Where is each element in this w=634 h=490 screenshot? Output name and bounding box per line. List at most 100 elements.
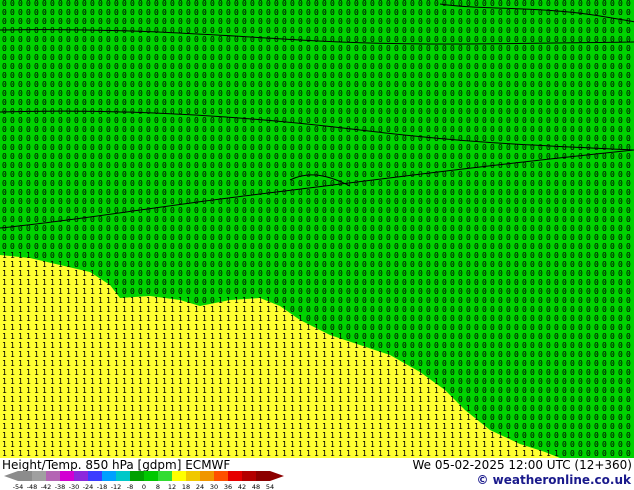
map-glyph: 0 bbox=[570, 269, 575, 278]
map-glyph: 0 bbox=[482, 179, 487, 188]
map-glyph: 0 bbox=[82, 116, 87, 125]
map-glyph: 0 bbox=[466, 224, 471, 233]
map-glyph: 0 bbox=[386, 206, 391, 215]
map-glyph: 1 bbox=[330, 377, 335, 386]
map-glyph: 1 bbox=[282, 404, 287, 413]
map-glyph: 0 bbox=[114, 116, 119, 125]
map-glyph: 0 bbox=[338, 206, 343, 215]
map-glyph: 0 bbox=[418, 89, 423, 98]
map-glyph: 0 bbox=[434, 296, 439, 305]
map-glyph: 0 bbox=[138, 242, 143, 251]
map-glyph: 0 bbox=[362, 89, 367, 98]
map-glyph: 1 bbox=[26, 332, 31, 341]
map-glyph: 1 bbox=[194, 440, 199, 449]
map-glyph: 0 bbox=[546, 305, 551, 314]
map-glyph: 0 bbox=[50, 125, 55, 134]
map-glyph: 0 bbox=[258, 188, 263, 197]
map-glyph: 0 bbox=[402, 233, 407, 242]
map-glyph: 1 bbox=[26, 449, 31, 458]
map-glyph: 0 bbox=[562, 449, 567, 458]
map-glyph: 1 bbox=[250, 332, 255, 341]
map-glyph: 0 bbox=[426, 269, 431, 278]
map-glyph: 0 bbox=[162, 17, 167, 26]
map-glyph: 0 bbox=[154, 44, 159, 53]
map-glyph: 1 bbox=[154, 377, 159, 386]
map-glyph: 0 bbox=[546, 377, 551, 386]
map-glyph: 0 bbox=[498, 305, 503, 314]
map-glyph: 0 bbox=[570, 440, 575, 449]
map-glyph: 1 bbox=[514, 449, 519, 458]
map-glyph: 1 bbox=[82, 296, 87, 305]
map-glyph: 1 bbox=[234, 305, 239, 314]
map-glyph: 0 bbox=[450, 278, 455, 287]
map-glyph: 0 bbox=[522, 341, 527, 350]
map-glyph: 0 bbox=[514, 287, 519, 296]
map-glyph: 0 bbox=[226, 17, 231, 26]
map-glyph: 1 bbox=[458, 431, 463, 440]
map-glyph: 1 bbox=[290, 431, 295, 440]
map-glyph: 1 bbox=[314, 368, 319, 377]
map-glyph: 0 bbox=[370, 26, 375, 35]
map-glyph: 0 bbox=[138, 53, 143, 62]
map-glyph: 0 bbox=[354, 53, 359, 62]
map-glyph: 0 bbox=[322, 314, 327, 323]
map-glyph: 1 bbox=[322, 422, 327, 431]
map-glyph: 0 bbox=[602, 62, 607, 71]
map-glyph: 1 bbox=[74, 395, 79, 404]
map-glyph: 1 bbox=[2, 413, 7, 422]
map-glyph: 0 bbox=[122, 116, 127, 125]
map-glyph: 1 bbox=[58, 287, 63, 296]
map-glyph: 0 bbox=[474, 35, 479, 44]
map-glyph: 0 bbox=[458, 107, 463, 116]
map-glyph: 1 bbox=[442, 395, 447, 404]
map-glyph: 0 bbox=[282, 179, 287, 188]
map-glyph: 0 bbox=[610, 197, 615, 206]
map-glyph: 1 bbox=[306, 386, 311, 395]
map-glyph: 0 bbox=[498, 35, 503, 44]
map-glyph: 0 bbox=[514, 359, 519, 368]
map-glyph: 0 bbox=[210, 98, 215, 107]
map-glyph: 0 bbox=[490, 17, 495, 26]
map-glyph: 1 bbox=[410, 404, 415, 413]
map-glyph: 0 bbox=[202, 215, 207, 224]
map-glyph: 0 bbox=[490, 332, 495, 341]
map-glyph: 0 bbox=[570, 0, 575, 8]
map-glyph: 0 bbox=[370, 161, 375, 170]
map-glyph: 0 bbox=[626, 206, 631, 215]
map-glyph: 0 bbox=[618, 431, 623, 440]
map-glyph: 1 bbox=[90, 269, 95, 278]
credit-link[interactable]: © weatheronline.co.uk bbox=[476, 473, 631, 487]
map-glyph: 0 bbox=[210, 242, 215, 251]
map-glyph: 1 bbox=[122, 404, 127, 413]
map-glyph: 0 bbox=[466, 116, 471, 125]
map-glyph: 1 bbox=[394, 404, 399, 413]
map-glyph: 1 bbox=[442, 422, 447, 431]
map-glyph: 0 bbox=[146, 206, 151, 215]
map-glyph: 0 bbox=[442, 242, 447, 251]
map-glyph: 0 bbox=[442, 53, 447, 62]
map-glyph: 0 bbox=[474, 359, 479, 368]
map-glyph: 0 bbox=[106, 179, 111, 188]
map-glyph: 0 bbox=[290, 278, 295, 287]
map-glyph: 1 bbox=[202, 404, 207, 413]
map-glyph: 0 bbox=[434, 350, 439, 359]
map-glyph: 1 bbox=[298, 440, 303, 449]
map-glyph: 0 bbox=[258, 107, 263, 116]
map-glyph: 0 bbox=[266, 269, 271, 278]
map-glyph: 1 bbox=[146, 350, 151, 359]
map-glyph: 0 bbox=[442, 116, 447, 125]
map-glyph: 0 bbox=[242, 161, 247, 170]
map-glyph: 0 bbox=[410, 188, 415, 197]
map-glyph: 0 bbox=[426, 170, 431, 179]
map-glyph: 0 bbox=[202, 62, 207, 71]
map-glyph: 0 bbox=[82, 179, 87, 188]
map-glyph: 0 bbox=[50, 233, 55, 242]
map-glyph: 0 bbox=[242, 269, 247, 278]
map-glyph: 0 bbox=[546, 251, 551, 260]
map-glyph: 0 bbox=[130, 53, 135, 62]
map-glyph: 0 bbox=[402, 305, 407, 314]
map-glyph: 0 bbox=[154, 224, 159, 233]
map-glyph: 0 bbox=[258, 206, 263, 215]
map-glyph: 0 bbox=[434, 98, 439, 107]
map-glyph: 0 bbox=[610, 233, 615, 242]
